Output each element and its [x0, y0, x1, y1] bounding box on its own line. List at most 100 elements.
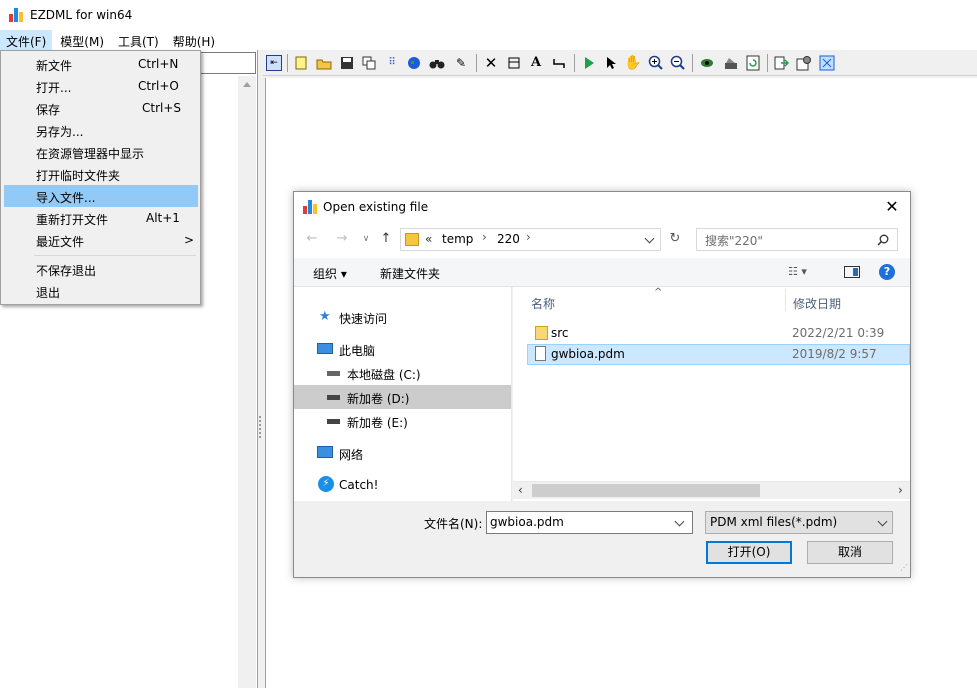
nav-item-network[interactable]: 网络 [294, 441, 511, 465]
tree-icon[interactable]: ⠿ [384, 55, 400, 71]
menu-item-exit[interactable]: 退出 [4, 280, 198, 302]
copy-icon[interactable] [361, 55, 377, 71]
play-icon[interactable] [581, 55, 597, 71]
menu-item-recent-files[interactable]: 最近文件 > [4, 229, 198, 251]
drive-icon [327, 395, 340, 400]
menu-item-label: 新文件 [36, 59, 73, 73]
sort-indicator-icon: ^ [654, 287, 663, 298]
filename-input[interactable]: gwbioa.pdm [486, 511, 693, 534]
save-icon[interactable] [339, 55, 355, 71]
main-toolbar: ⇤ ⠿ ✎ ✕ A ✋ [263, 50, 977, 76]
menu-item-exit-without-save[interactable]: 不保存退出 [4, 258, 198, 280]
horizontal-scrollbar[interactable]: ‹ › [513, 481, 910, 499]
organize-button[interactable]: 组织 ▾ [313, 265, 347, 282]
resize-grip-icon[interactable]: ⋰ [900, 563, 908, 572]
nav-item-catch[interactable]: ⚡ Catch! [294, 473, 511, 497]
folder-icon [405, 233, 419, 246]
zoom-out-icon[interactable] [670, 55, 686, 71]
breadcrumb-220[interactable]: 220 [497, 232, 520, 246]
open-button[interactable]: 打开(O) [706, 541, 792, 564]
scrollbar-thumb[interactable] [532, 484, 760, 497]
hand-icon[interactable]: ✋ [624, 55, 641, 71]
chevron-down-icon[interactable] [877, 516, 888, 527]
fit-icon[interactable] [819, 55, 835, 71]
nav-item-drive-e[interactable]: 新加卷 (E:) [294, 409, 511, 433]
new-folder-button[interactable]: 新建文件夹 [380, 265, 440, 282]
menu-item-label: 打开临时文件夹 [36, 169, 121, 183]
chevron-down-icon[interactable] [644, 233, 655, 244]
globe-icon[interactable] [406, 55, 422, 71]
menu-separator [34, 255, 196, 256]
chevron-down-icon[interactable] [674, 516, 685, 527]
back-arrow-icon[interactable]: ← [304, 231, 320, 247]
recent-locations-icon[interactable]: ∨ [358, 231, 374, 247]
breadcrumb-temp[interactable]: temp [442, 232, 473, 246]
folder-icon [535, 326, 548, 340]
link-icon[interactable] [551, 55, 567, 71]
menu-tools[interactable]: 工具(T) [112, 30, 165, 50]
refresh-icon[interactable]: ↻ [667, 231, 683, 247]
menu-help[interactable]: 帮助(H) [167, 30, 221, 50]
file-modified: 2022/2/21 0:39 [792, 326, 885, 340]
nav-item-this-pc[interactable]: 此电脑 [294, 337, 511, 361]
preview-pane-icon[interactable] [844, 266, 860, 278]
filetype-select[interactable]: PDM xml files(*.pdm) [705, 511, 893, 534]
menu-file[interactable]: 文件(F) [0, 30, 53, 50]
settings-icon[interactable] [796, 55, 812, 71]
open-icon[interactable] [316, 55, 332, 71]
filename-value: gwbioa.pdm [490, 515, 564, 529]
file-row[interactable]: gwbioa.pdm 2019/8/2 9:57 [527, 344, 910, 365]
export-icon[interactable] [773, 55, 789, 71]
close-icon[interactable]: ✕ [882, 197, 902, 217]
nav-item-drive-d[interactable]: 新加卷 (D:) [294, 385, 511, 409]
menu-item-show-in-explorer[interactable]: 在资源管理器中显示 [4, 141, 198, 163]
menu-item-open-temp-folder[interactable]: 打开临时文件夹 [4, 163, 198, 185]
help-icon[interactable]: ? [879, 264, 895, 280]
address-bar[interactable]: « temp › 220 › [400, 228, 661, 251]
eye-icon[interactable] [699, 55, 715, 71]
filetype-value: PDM xml files(*.pdm) [710, 515, 838, 529]
search-placeholder: 搜索"220" [705, 234, 763, 248]
menu-item-shortcut: Ctrl+S [142, 101, 182, 115]
zoom-in-icon[interactable] [648, 55, 664, 71]
scroll-right-icon[interactable]: › [898, 483, 903, 497]
forward-arrow-icon[interactable]: → [334, 231, 350, 247]
nav-item-quick-access[interactable]: ★ 快速访问 [294, 305, 511, 329]
cancel-button[interactable]: 取消 [807, 541, 893, 564]
file-name: gwbioa.pdm [551, 347, 625, 361]
text-icon[interactable]: A [528, 55, 544, 71]
nav-item-drive-c[interactable]: 本地磁盘 (C:) [294, 361, 511, 385]
menu-item-open[interactable]: 打开... Ctrl+O [4, 75, 198, 97]
menu-item-reopen[interactable]: 重新打开文件 Alt+1 [4, 207, 198, 229]
file-row[interactable]: src 2022/2/21 0:39 [527, 323, 910, 344]
delete-icon[interactable]: ✕ [483, 55, 499, 71]
menu-item-save-as[interactable]: 另存为... [4, 119, 198, 141]
frame-icon[interactable] [506, 55, 522, 71]
tree-scrollbar[interactable] [238, 76, 256, 688]
binoculars-icon[interactable] [429, 55, 445, 71]
app-logo-icon [303, 200, 317, 214]
pointer-icon[interactable] [603, 55, 619, 71]
panel-splitter[interactable] [258, 50, 263, 688]
pencil-icon[interactable]: ✎ [453, 55, 469, 71]
back-icon[interactable]: ⇤ [266, 55, 282, 71]
scroll-left-icon[interactable]: ‹ [518, 483, 523, 497]
menu-item-label: 保存 [36, 103, 61, 117]
search-input[interactable]: 搜索"220" [696, 228, 898, 251]
menu-model[interactable]: 模型(M) [54, 30, 110, 50]
menu-item-new[interactable]: 新文件 Ctrl+N [4, 53, 198, 75]
paint-icon[interactable] [723, 55, 739, 71]
navigation-pane: ★ 快速访问 此电脑 本地磁盘 (C:) 新加卷 (D:) 新加卷 (E:) 网… [294, 287, 512, 501]
scroll-up-icon[interactable] [243, 82, 251, 87]
column-header-modified[interactable]: 修改日期 [793, 295, 841, 312]
menu-item-save[interactable]: 保存 Ctrl+S [4, 97, 198, 119]
nav-item-label: 网络 [339, 448, 364, 462]
column-header-name[interactable]: 名称 [531, 295, 555, 312]
view-options-icon[interactable]: ☷ ▾ [788, 265, 807, 278]
up-arrow-icon[interactable]: ↑ [378, 231, 394, 247]
search-icon[interactable] [877, 234, 889, 246]
new-icon[interactable] [293, 55, 309, 71]
menu-item-label: 导入文件... [36, 191, 96, 205]
menu-item-import[interactable]: 导入文件... [4, 185, 198, 207]
refresh-icon[interactable] [745, 55, 761, 71]
